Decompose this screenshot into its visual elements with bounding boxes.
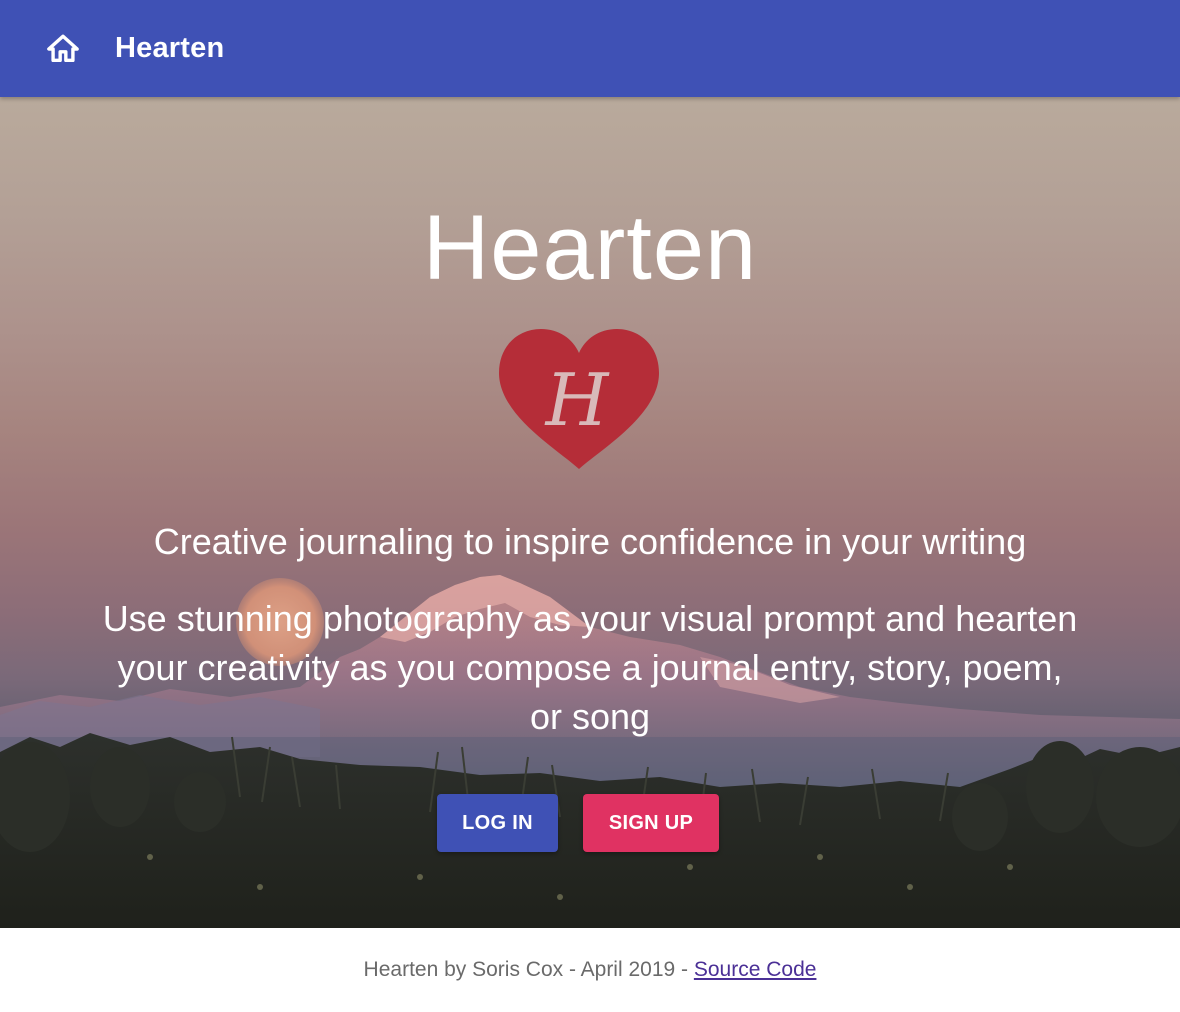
source-code-link[interactable]: Source Code: [694, 958, 817, 981]
app-bar: Hearten: [0, 0, 1180, 97]
logo-letter: H: [544, 358, 610, 442]
hearten-logo: H: [499, 329, 659, 469]
footer: Hearten by Soris Cox - April 2019 - Sour…: [0, 928, 1180, 1000]
app-title[interactable]: Hearten: [115, 32, 224, 65]
home-button[interactable]: [39, 25, 87, 73]
login-button[interactable]: LOG IN: [437, 794, 558, 852]
footer-text: Hearten by Soris Cox - April 2019 -: [363, 958, 694, 981]
signup-button[interactable]: SIGN UP: [583, 794, 719, 852]
home-icon: [47, 34, 79, 62]
description: Use stunning photography as your visual …: [102, 598, 1078, 737]
tagline: Creative journaling to inspire confidenc…: [153, 521, 1027, 562]
hero-title: Hearten: [422, 197, 758, 299]
hero-section: Hearten H Creative journaling to inspire…: [0, 97, 1180, 928]
